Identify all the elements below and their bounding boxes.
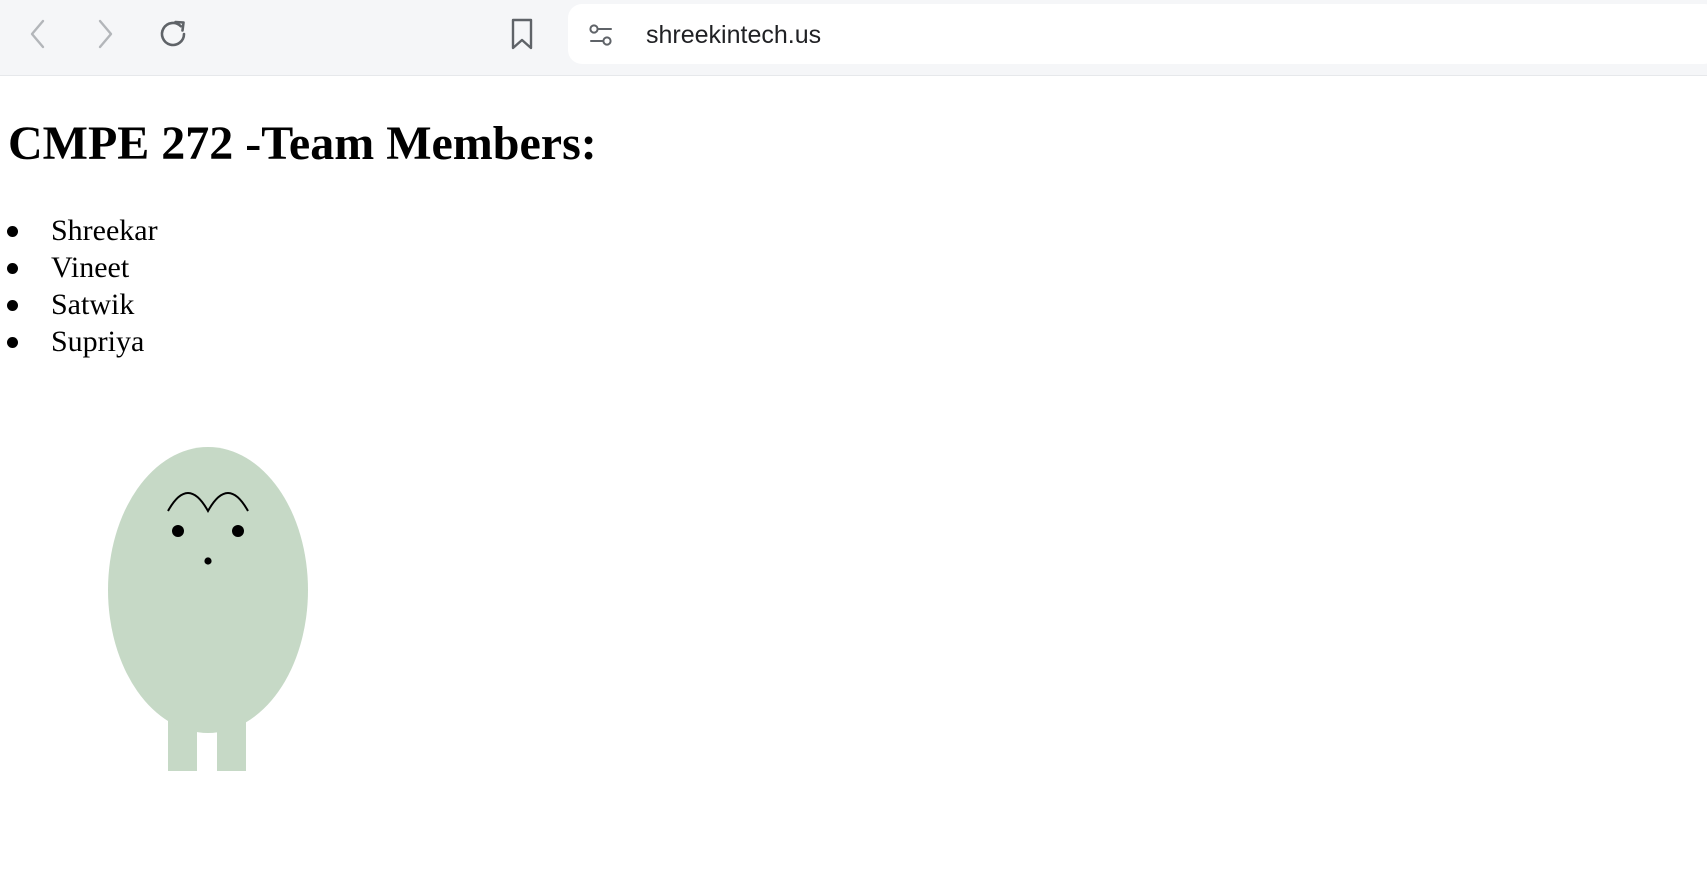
page-title: CMPE 272 -Team Members: xyxy=(8,117,597,170)
back-button[interactable] xyxy=(18,14,58,54)
creature-illustration xyxy=(108,447,308,771)
address-bar[interactable]: shreekintech.us xyxy=(568,4,1707,64)
bookmark-button[interactable] xyxy=(502,14,542,54)
reload-icon xyxy=(160,20,186,47)
creature-left-eye xyxy=(172,525,184,537)
list-item: Vineet xyxy=(0,249,158,286)
bookmark-icon xyxy=(511,18,533,50)
url-text[interactable]: shreekintech.us xyxy=(646,20,821,50)
list-item: Supriya xyxy=(0,323,158,360)
team-members-list: Shreekar Vineet Satwik Supriya xyxy=(0,212,158,360)
creature-right-eye xyxy=(232,525,244,537)
creature-nose xyxy=(204,557,212,565)
chevron-right-icon xyxy=(98,19,113,49)
tune-icon[interactable] xyxy=(588,22,614,48)
list-item: Shreekar xyxy=(0,212,158,249)
browser-toolbar: shreekintech.us xyxy=(0,0,1707,76)
list-item: Satwik xyxy=(0,286,158,323)
chevron-left-icon xyxy=(30,19,45,49)
reload-button[interactable] xyxy=(153,14,193,54)
creature-body xyxy=(108,447,308,733)
forward-button[interactable] xyxy=(85,14,125,54)
